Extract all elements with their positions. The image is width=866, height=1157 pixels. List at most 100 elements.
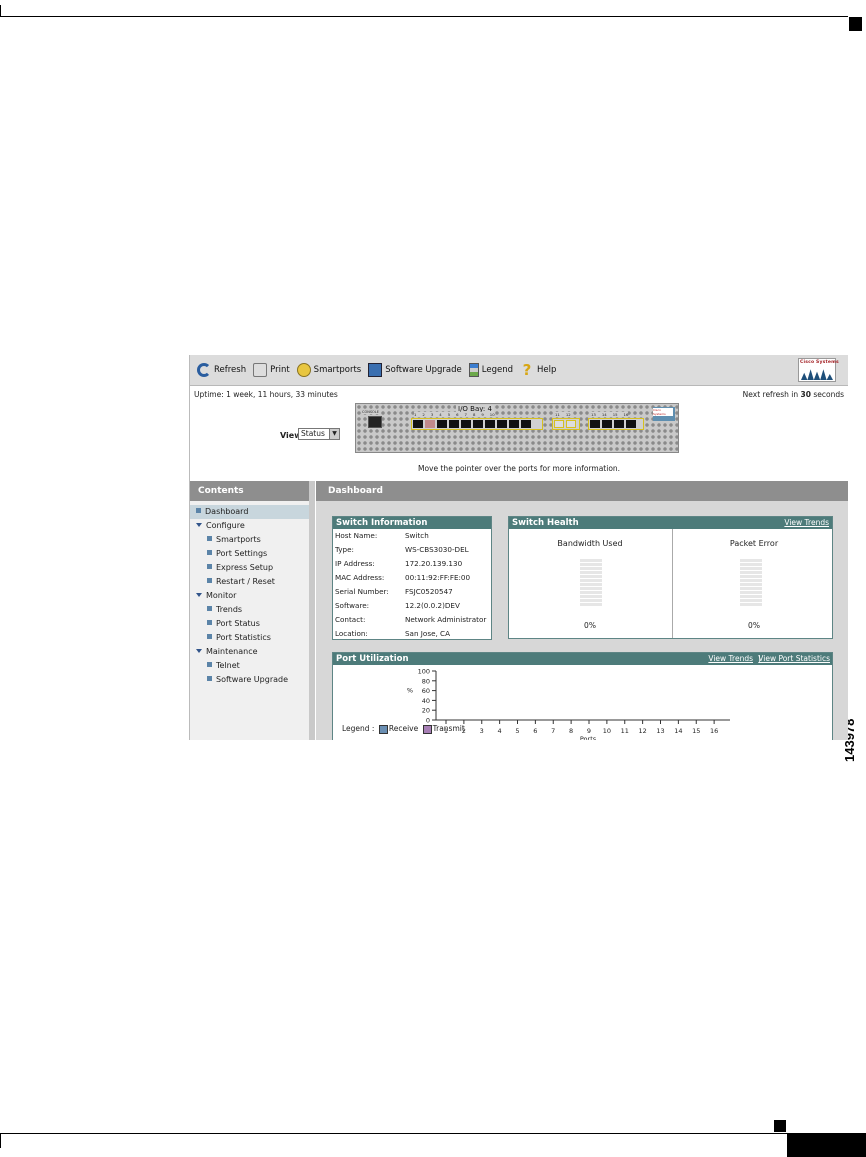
sidebar-item-label: Configure	[206, 521, 245, 530]
port-number-label: 8	[472, 412, 476, 417]
view-trends-link[interactable]: View Trends	[784, 517, 829, 529]
transmit-swatch	[422, 724, 432, 734]
console-port[interactable]	[368, 416, 382, 428]
switch-port-16[interactable]	[626, 420, 636, 428]
switch-port-9[interactable]	[509, 420, 519, 428]
port-number-label: 11	[555, 412, 560, 417]
switch-port-11[interactable]	[554, 420, 564, 428]
sidebar-item-express-setup[interactable]: Express Setup	[190, 561, 309, 575]
port-number-label: 3	[430, 412, 434, 417]
port-utilization-title: Port Utilization View Trends | View Port…	[333, 653, 832, 665]
print-button[interactable]: Print	[253, 363, 290, 377]
view-trends-link-2[interactable]: View Trends	[708, 653, 753, 665]
sidebar-title: Contents	[190, 481, 309, 501]
info-row: Contact: Network Administrator	[333, 613, 491, 627]
switch-port-3[interactable]	[437, 420, 447, 428]
sidebar-item-port-settings[interactable]: Port Settings	[190, 547, 309, 561]
packet-error-meter	[740, 559, 762, 606]
sidebar-item-port-status[interactable]: Port Status	[190, 617, 309, 631]
sidebar-item-monitor[interactable]: Monitor	[190, 589, 309, 603]
info-row: IP Address: 172.20.139.130	[333, 557, 491, 571]
uptime-text: Uptime: 1 week, 11 hours, 33 minutes	[194, 390, 338, 399]
switch-port-12[interactable]	[566, 420, 576, 428]
cisco-bridge-icon	[801, 369, 833, 380]
info-row: Type: WS-CBS3030-DEL	[333, 543, 491, 557]
sidebar-item-smartports[interactable]: Smartports	[190, 533, 309, 547]
legend-button[interactable]: Legend	[468, 363, 513, 377]
smartports-button[interactable]: Smartports	[296, 363, 361, 377]
refresh-button[interactable]: Refresh	[197, 363, 246, 377]
sidebar-item-label: Port Statistics	[216, 633, 271, 642]
sidebar-item-label: Monitor	[206, 591, 237, 600]
sidebar-item-label: Express Setup	[216, 563, 274, 572]
cisco-logo-text: Cisco Systems	[800, 360, 839, 365]
view-select[interactable]: Status ▼	[298, 428, 340, 440]
info-value: FSJC0520547	[405, 587, 453, 596]
x-tick-label: 11	[621, 727, 629, 735]
sidebar-item-port-statistics[interactable]: Port Statistics	[190, 631, 309, 645]
sidebar-item-configure[interactable]: Configure	[190, 519, 309, 533]
bandwidth-used-value: 0%	[584, 621, 596, 630]
info-value: Switch	[405, 531, 429, 540]
sidebar-item-trends[interactable]: Trends	[190, 603, 309, 617]
help-label: Help	[537, 365, 557, 375]
next-refresh-text: Next refresh in 30 seconds	[743, 390, 844, 399]
switch-port-1[interactable]	[413, 420, 423, 428]
x-tick-label: 6	[533, 727, 537, 735]
triangle-down-icon	[196, 592, 202, 597]
square-bullet-icon	[207, 578, 212, 583]
software-upgrade-icon	[368, 363, 383, 377]
square-bullet-icon	[207, 620, 212, 625]
next-refresh-prefix: Next refresh in	[742, 390, 801, 399]
mid-port-numbers: 11 12	[555, 412, 571, 417]
y-tick-label: 100	[418, 668, 430, 676]
info-label: Location:	[335, 629, 368, 638]
packet-error-title: Packet Error	[729, 539, 779, 548]
sidebar-item-label: Smartports	[216, 535, 261, 544]
internal-port-group	[411, 418, 543, 430]
sidebar-item-telnet[interactable]: Telnet	[190, 659, 309, 673]
sidebar-item-software-upgrade[interactable]: Software Upgrade	[190, 673, 309, 687]
sidebar-item-restart-reset[interactable]: Restart / Reset	[190, 575, 309, 589]
info-value: WS-CBS3030-DEL	[405, 545, 469, 554]
info-row: Location: San Jose, CA	[333, 627, 491, 641]
switch-health-title: Switch Health View Trends	[509, 517, 832, 529]
switch-port-4[interactable]	[449, 420, 459, 428]
sidebar-item-label: Trends	[216, 605, 243, 614]
page-number-box	[787, 1134, 866, 1157]
help-button[interactable]: ? Help	[520, 361, 557, 379]
info-label: Serial Number:	[335, 587, 389, 596]
software-upgrade-button[interactable]: Software Upgrade	[368, 363, 462, 377]
square-bullet-icon	[207, 634, 212, 639]
switch-brand-text: Cisco Systems	[653, 408, 673, 416]
view-port-statistics-link[interactable]: View Port Statistics	[758, 653, 830, 665]
switch-port-5[interactable]	[461, 420, 471, 428]
print-label: Print	[270, 365, 290, 375]
switch-port-10[interactable]	[521, 420, 531, 428]
x-tick-label: 13	[656, 727, 664, 735]
switch-information-rows: Host Name: Switch Type: WS-CBS3030-DEL IP Ad…	[333, 529, 491, 641]
refresh-icon	[197, 363, 211, 377]
switch-port-14[interactable]	[602, 420, 612, 428]
sidebar-list: Dashboard Configure Smartports Port Setting…	[190, 501, 309, 687]
switch-information-panel: Switch Information Host Name: Switch Type:…	[332, 516, 492, 640]
x-tick-label: 16	[710, 727, 718, 735]
y-tick-label: 20	[422, 707, 430, 715]
switch-information-title: Switch Information	[333, 517, 491, 529]
sidebar-item-dashboard[interactable]: Dashboard	[190, 505, 309, 519]
switch-port-13[interactable]	[590, 420, 600, 428]
sidebar-item-maintenance[interactable]: Maintenance	[190, 645, 309, 659]
next-refresh-seconds: 30	[800, 390, 811, 399]
switch-brand-plate: Cisco Systems	[653, 407, 675, 421]
help-icon: ?	[522, 361, 532, 379]
chart-legend: Legend : Receive Transmit	[342, 724, 465, 734]
port-number-label: 6	[456, 412, 459, 417]
switch-port-15[interactable]	[614, 420, 624, 428]
switch-port-8[interactable]	[497, 420, 507, 428]
square-bullet-icon	[207, 606, 212, 611]
switch-port-2[interactable]	[425, 420, 435, 428]
legend-transmit: Transmit	[432, 724, 465, 733]
switch-health-title-text: Switch Health	[512, 518, 579, 528]
switch-port-6[interactable]	[473, 420, 483, 428]
switch-port-7[interactable]	[485, 420, 495, 428]
